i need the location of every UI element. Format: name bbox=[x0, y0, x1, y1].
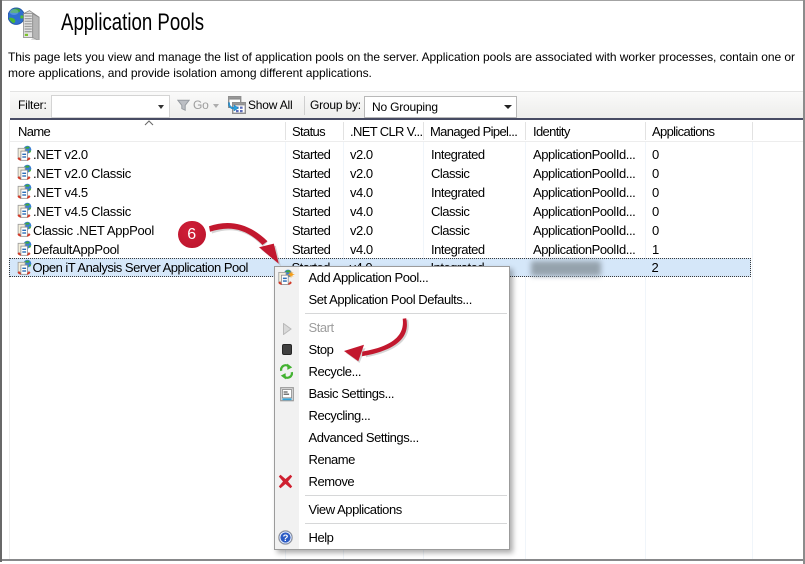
svg-text:?: ? bbox=[283, 533, 289, 544]
